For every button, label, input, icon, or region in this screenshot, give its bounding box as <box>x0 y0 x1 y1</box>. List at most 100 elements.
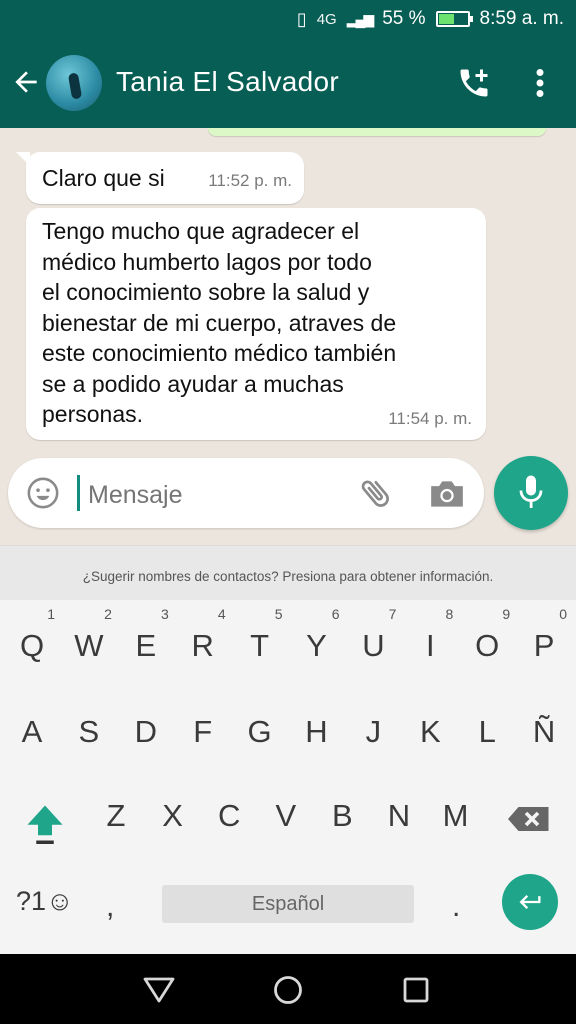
key-z[interactable]: Z <box>91 798 141 834</box>
message-input[interactable] <box>86 480 350 511</box>
key-label: P <box>533 628 555 663</box>
system-navigation-bar <box>0 954 576 1024</box>
key-s[interactable]: S <box>64 714 114 750</box>
key-label: N <box>387 798 411 833</box>
battery-icon <box>435 11 473 27</box>
key-p[interactable]: P0 <box>519 606 569 664</box>
key-label: T <box>250 628 270 663</box>
key-x[interactable]: X <box>148 798 198 834</box>
status-bar: ▯ 4G ▂▄▆ 55 % 8:59 a. m. <box>0 0 576 38</box>
key-label: O <box>475 628 500 663</box>
key-b[interactable]: B <box>317 798 367 834</box>
key-k[interactable]: K <box>405 714 455 750</box>
message-time: 11:52 p. m. <box>208 170 292 190</box>
key-label: L <box>478 714 496 749</box>
incoming-message[interactable]: Tengo mucho que agradecer el médico humb… <box>26 208 486 440</box>
key-hint: 0 <box>559 606 568 622</box>
clock: 8:59 a. m. <box>479 8 565 29</box>
key-q[interactable]: Q1 <box>7 606 57 664</box>
key-i[interactable]: I8 <box>405 606 455 664</box>
key-label: M <box>442 798 469 833</box>
avatar[interactable] <box>46 55 102 111</box>
key-h[interactable]: H <box>292 714 342 750</box>
key-label: S <box>78 714 100 749</box>
microphone-icon <box>519 475 543 508</box>
message-time: 11:54 p. m. <box>388 408 472 428</box>
key-label: J <box>365 714 382 749</box>
key-label: F <box>193 714 213 749</box>
arrow-back-icon[interactable] <box>10 66 42 98</box>
key-label: Y <box>306 628 327 663</box>
comma-key[interactable]: , <box>106 890 114 924</box>
keyboard-suggestion-bar[interactable]: ¿Sugerir nombres de contactos? Presiona … <box>0 545 576 601</box>
message-text: Claro que si <box>42 165 165 191</box>
message-composer <box>8 458 484 528</box>
key-label: I <box>425 628 435 663</box>
key-v[interactable]: V <box>261 798 311 834</box>
key-label: Ñ <box>532 714 556 749</box>
emoji-icon[interactable] <box>26 476 60 510</box>
key-label: E <box>135 628 157 663</box>
key-t[interactable]: T5 <box>235 606 285 664</box>
battery-percent: 55 % <box>382 8 426 29</box>
key-d[interactable]: D <box>121 714 171 750</box>
key-o[interactable]: O9 <box>462 606 512 664</box>
key-label: R <box>191 628 214 663</box>
key-l[interactable]: L <box>462 714 512 750</box>
key-hint: 4 <box>217 606 226 622</box>
nav-home-icon[interactable] <box>272 974 304 1006</box>
key-j[interactable]: J <box>348 714 398 750</box>
key-label: H <box>305 714 328 749</box>
chat-header: Tania El Salvador <box>0 38 576 128</box>
space-key[interactable]: Español <box>162 885 414 923</box>
key-hint: 9 <box>502 606 511 622</box>
text-caret <box>77 475 80 511</box>
previous-outgoing-bubble <box>208 128 546 136</box>
vibrate-icon: ▯ <box>296 8 307 29</box>
key-label: Z <box>106 798 126 833</box>
key-hint: 8 <box>445 606 454 622</box>
shift-icon[interactable] <box>24 800 66 846</box>
nav-recents-icon[interactable] <box>402 976 430 1004</box>
key-m[interactable]: M <box>431 798 481 834</box>
key-hint: 3 <box>161 606 169 622</box>
keyboard: Q1W2E3R4T5Y6U7I8O9P0 ASDFGHJKLÑ ZXCVBNM … <box>0 600 576 954</box>
more-options-icon[interactable] <box>526 64 554 102</box>
key-y[interactable]: Y6 <box>292 606 342 664</box>
voice-message-button[interactable] <box>494 456 568 530</box>
add-call-icon[interactable] <box>456 65 492 101</box>
contact-name[interactable]: Tania El Salvador <box>116 66 339 98</box>
key-e[interactable]: E3 <box>121 606 171 664</box>
key-u[interactable]: U7 <box>348 606 398 664</box>
key-label: G <box>247 714 272 749</box>
key-c[interactable]: C <box>204 798 254 834</box>
key-label: B <box>332 798 353 833</box>
key-label: D <box>134 714 157 749</box>
key-label: W <box>74 628 104 663</box>
key-ñ[interactable]: Ñ <box>519 714 569 750</box>
key-w[interactable]: W2 <box>64 606 114 664</box>
key-a[interactable]: A <box>7 714 57 750</box>
key-label: X <box>162 798 183 833</box>
key-label: V <box>275 798 297 833</box>
key-label: U <box>362 628 385 663</box>
enter-key[interactable] <box>502 874 558 930</box>
signal-icon: ▂▄▆ <box>346 10 374 27</box>
key-hint: 7 <box>388 606 397 622</box>
attach-icon[interactable] <box>358 475 394 511</box>
backspace-icon[interactable] <box>506 804 552 834</box>
key-n[interactable]: N <box>374 798 424 834</box>
key-g[interactable]: G <box>235 714 285 750</box>
key-hint: 1 <box>47 606 55 622</box>
message-text: Tengo mucho que agradecer el médico humb… <box>42 218 397 427</box>
key-hint: 5 <box>274 606 283 622</box>
nav-back-icon[interactable] <box>142 976 176 1004</box>
camera-icon[interactable] <box>428 478 466 510</box>
key-f[interactable]: F <box>178 714 228 750</box>
key-label: A <box>21 714 43 749</box>
network-type: 4G <box>316 10 337 28</box>
period-key[interactable]: . <box>452 890 460 924</box>
key-r[interactable]: R4 <box>178 606 228 664</box>
symbols-key[interactable]: ?1☺ <box>16 886 74 917</box>
incoming-message[interactable]: Claro que si 11:52 p. m. <box>26 152 304 204</box>
